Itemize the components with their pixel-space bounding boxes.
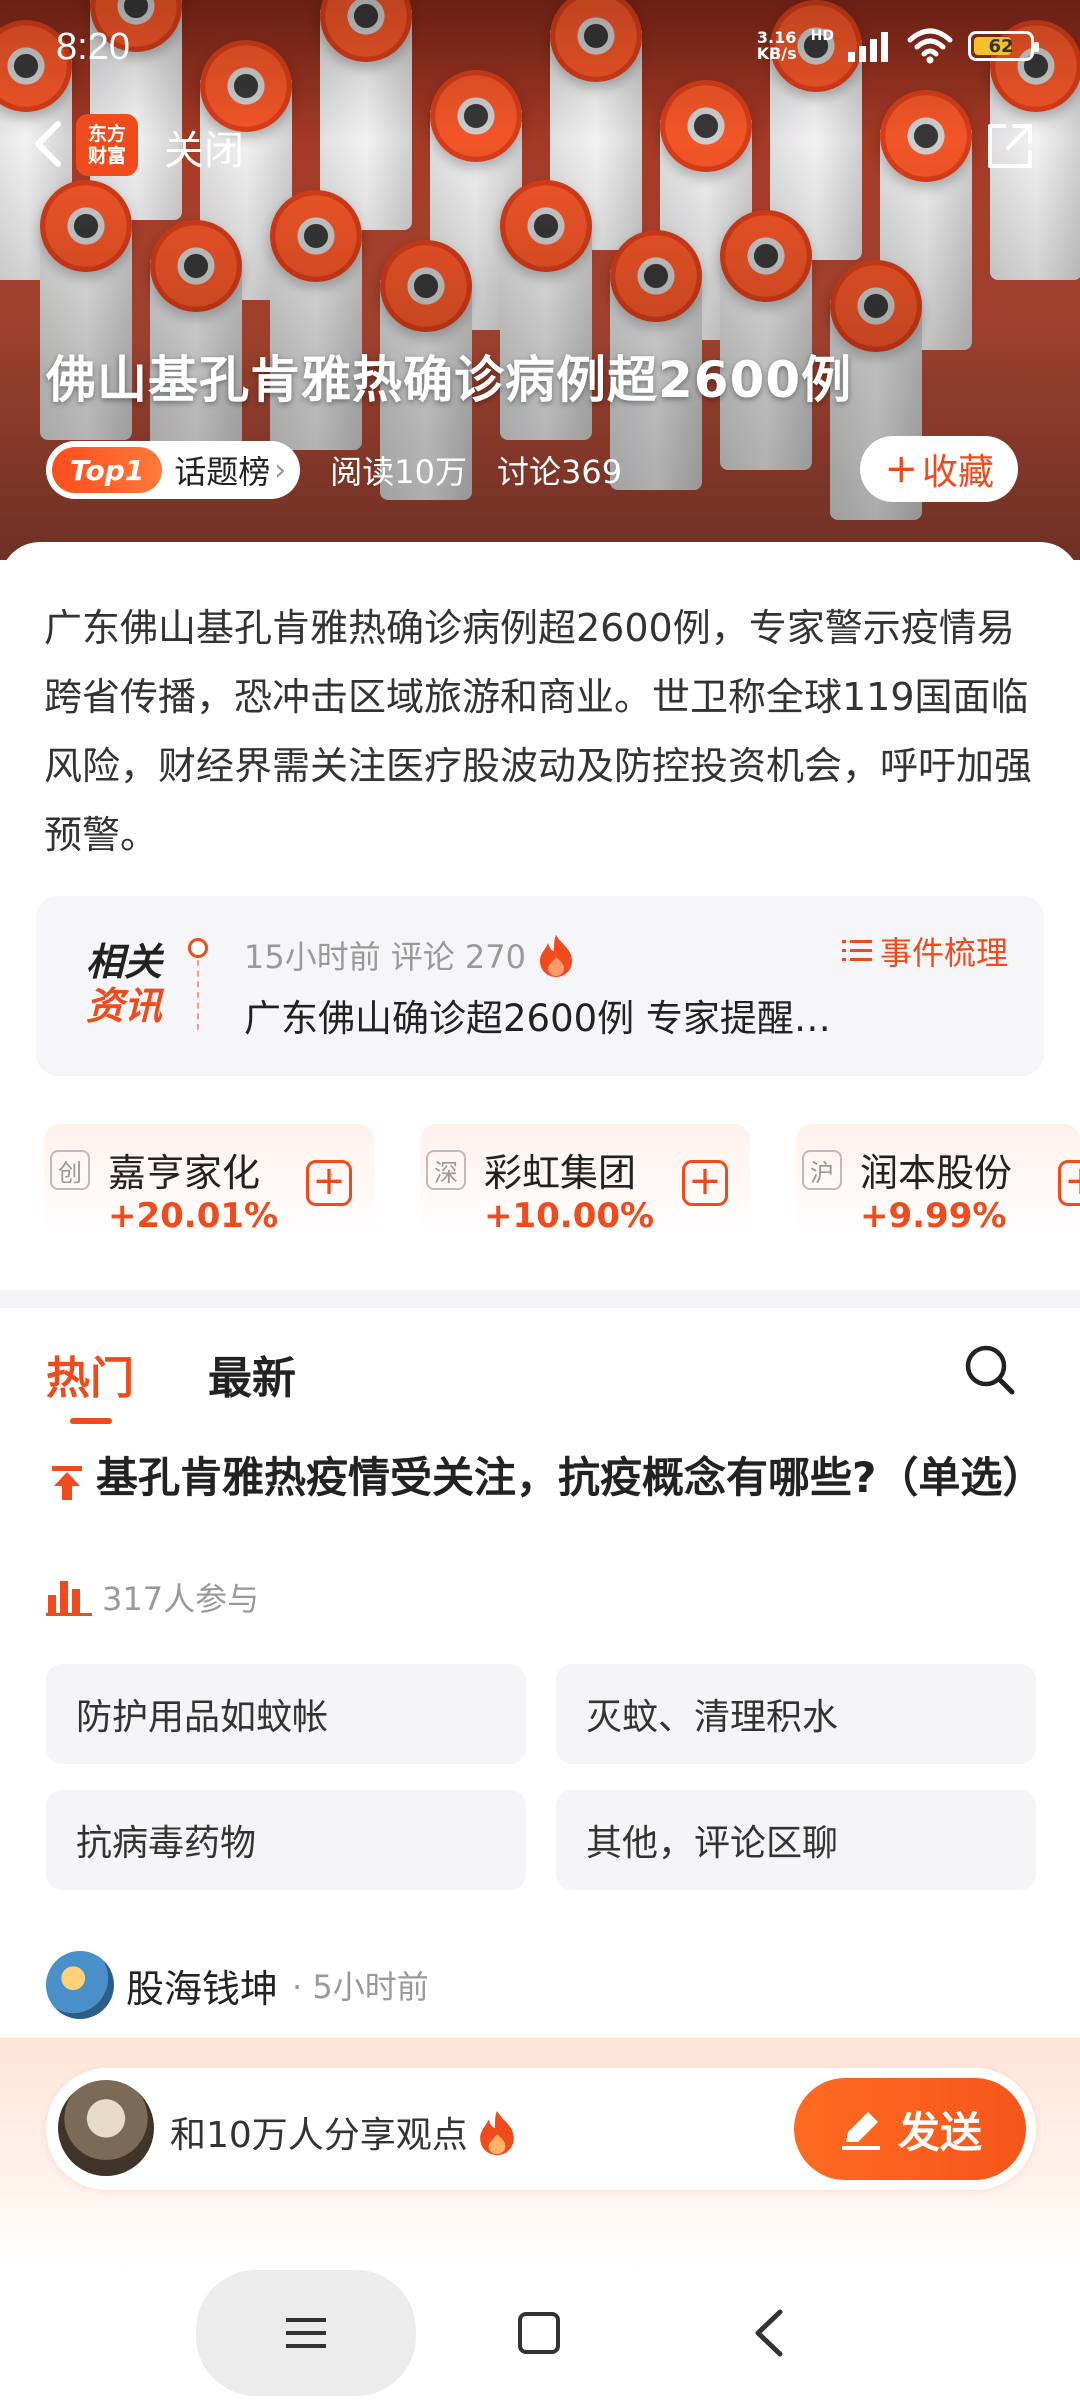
search-icon[interactable]: [962, 1342, 1018, 1398]
add-watchlist-icon[interactable]: +: [682, 1160, 728, 1206]
chevron-right-icon: ›: [274, 452, 287, 488]
system-nav-bar: [0, 2270, 1080, 2400]
post-time: · 5小时前: [292, 1968, 429, 2006]
related-news-meta: 15小时前 评论 270: [244, 932, 576, 978]
feed-tabs: 热门 最新: [0, 1310, 1080, 1430]
exchange-badge: 沪: [802, 1150, 842, 1190]
topic-summary-card: 广东佛山基孔肯雅热确诊病例超2600例，专家警示疫情易跨省传播，恐冲击区域旅游和…: [0, 542, 1080, 862]
stock-change: +20.01%: [108, 1196, 279, 1236]
related-news-headline: 广东佛山确诊超2600例 专家提醒…: [244, 997, 831, 1040]
system-back-button[interactable]: [746, 2306, 792, 2360]
stock-change: +10.00%: [484, 1196, 655, 1236]
signal-icon: [848, 30, 892, 62]
related-news-card[interactable]: 相关 资讯 15小时前 评论 270 广东佛山确诊超2600例 专家提醒… 事件…: [36, 896, 1044, 1076]
author-name[interactable]: 股海钱坤: [126, 1958, 278, 2013]
back-button[interactable]: [20, 112, 76, 176]
bar-chart-icon: [46, 1581, 92, 1616]
poll-option[interactable]: 抗病毒药物: [46, 1790, 526, 1890]
chevron-left-icon: [35, 121, 61, 167]
poll-option[interactable]: 灭蚊、清理积水: [556, 1664, 1036, 1764]
list-icon: [841, 940, 872, 961]
status-time: 8:20: [56, 26, 130, 68]
topic-label: 话题榜: [174, 453, 271, 491]
user-avatar: [58, 2080, 154, 2176]
send-button[interactable]: 发送: [794, 2078, 1026, 2180]
menu-icon: [286, 2318, 326, 2348]
event-timeline-link[interactable]: 事件梳理: [841, 928, 1008, 974]
pin-top-icon: [52, 1465, 82, 1500]
related-stocks: 创 嘉亨家化 +20.01% + 深 彩虹集团 +10.00% + 沪 润本股份…: [44, 1124, 1080, 1236]
top-nav: 东方 财富 关闭: [0, 106, 1080, 186]
read-count: 阅读10万: [330, 453, 468, 491]
add-watchlist-icon[interactable]: +: [1058, 1160, 1080, 1206]
active-tab-indicator: [70, 1418, 112, 1424]
battery-icon: 62: [968, 31, 1039, 61]
summary-text: 广东佛山基孔肯雅热确诊病例超2600例，专家警示疫情易跨省传播，恐冲击区域旅游和…: [44, 606, 1033, 857]
home-button[interactable]: [516, 2310, 562, 2356]
avatar[interactable]: [46, 1951, 114, 2019]
favorite-button[interactable]: + 收藏: [860, 436, 1018, 502]
fire-icon: [480, 2111, 514, 2156]
plus-icon: +: [884, 446, 918, 492]
poll-question: 基孔肯雅热疫情受关注，抗疫概念有哪些?（单选）: [46, 1448, 1046, 1508]
topic-meta: Top1 话题榜 › 阅读10万 讨论369: [46, 440, 622, 500]
discussion-count: 讨论369: [497, 453, 623, 491]
topic-rank-pill[interactable]: Top1 话题榜 ›: [46, 441, 301, 499]
exchange-badge: 创: [50, 1150, 90, 1190]
poll-option[interactable]: 防护用品如蚊帐: [46, 1664, 526, 1764]
fire-icon: [540, 935, 572, 977]
related-news-tag: 相关 资讯: [86, 940, 163, 1028]
add-watchlist-icon[interactable]: +: [306, 1160, 352, 1206]
stock-card[interactable]: 创 嘉亨家化 +20.01% +: [44, 1124, 374, 1236]
stock-name: 润本股份: [860, 1151, 1013, 1195]
close-button[interactable]: 关闭: [164, 118, 244, 176]
poll-participants: 317人参与: [46, 1574, 259, 1620]
app-logo: 东方 财富: [76, 114, 138, 176]
section-divider: [0, 1290, 1080, 1308]
poll-option[interactable]: 其他，评论区聊: [556, 1790, 1036, 1890]
tab-hot[interactable]: 热门: [46, 1342, 134, 1406]
status-bar: 8:20 3.16 KB/s HD 62: [0, 0, 1080, 100]
stock-name: 彩虹集团: [484, 1151, 637, 1195]
hd-label: HD: [810, 28, 834, 44]
top1-badge: Top1: [52, 447, 163, 493]
exchange-badge: 深: [426, 1150, 466, 1190]
page-title: 佛山基孔肯雅热确诊病例超2600例: [46, 351, 853, 409]
stock-name: 嘉亨家化: [108, 1151, 261, 1195]
share-icon[interactable]: [980, 116, 1040, 176]
network-speed: 3.16 KB/s: [756, 28, 797, 63]
timeline-dot: [188, 938, 208, 958]
stock-card[interactable]: 沪 润本股份 +9.99% +: [796, 1124, 1080, 1236]
stock-change: +9.99%: [860, 1196, 1007, 1236]
pencil-icon: [841, 2112, 880, 2150]
wifi-icon: [907, 28, 953, 64]
comment-input[interactable]: 和10万人分享观点: [170, 2106, 518, 2158]
post-author[interactable]: 股海钱坤 · 5小时前: [46, 1950, 429, 2020]
comment-composer[interactable]: 和10万人分享观点 发送: [46, 2068, 1036, 2190]
stock-card[interactable]: 深 彩虹集团 +10.00% +: [420, 1124, 750, 1236]
tab-latest[interactable]: 最新: [208, 1342, 296, 1406]
recent-apps-button[interactable]: [196, 2270, 416, 2396]
